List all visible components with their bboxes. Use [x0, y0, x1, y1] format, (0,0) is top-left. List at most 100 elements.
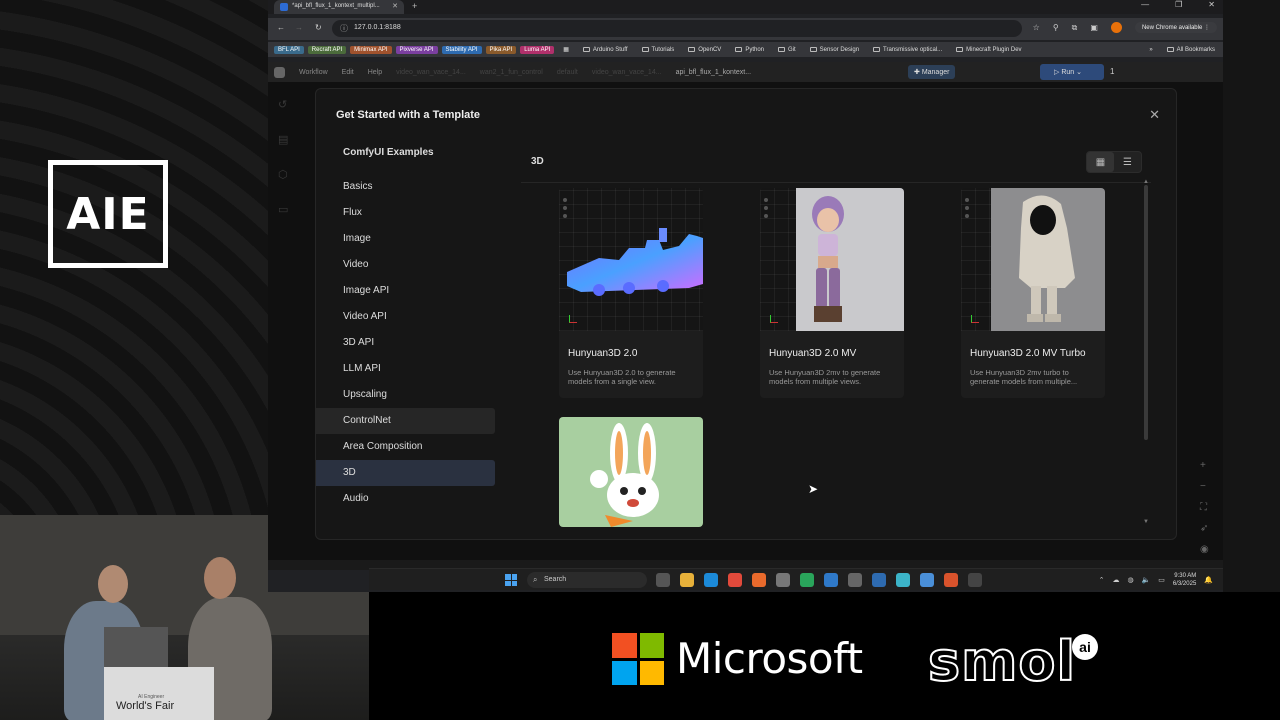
chrome-icon[interactable]	[728, 573, 742, 587]
app-icon[interactable]	[920, 573, 934, 587]
clock[interactable]: 9:30 AM 6/3/2025	[1173, 572, 1196, 588]
scroll-down-icon[interactable]: ▼	[1143, 519, 1149, 525]
workflow-tab[interactable]: api_bfl_flux_1_kontext...	[676, 69, 752, 76]
category-nav-item[interactable]: 3D	[316, 460, 495, 486]
browser-tab[interactable]: *api_bfl_flux_1_kontext_multipl... ✕	[274, 0, 404, 14]
category-nav-item[interactable]: LLM API	[316, 356, 495, 382]
zoom-out-icon[interactable]: −	[1200, 481, 1209, 492]
manager-button[interactable]: ✚ Manager	[908, 65, 956, 79]
list-view-icon[interactable]: ☰	[1114, 152, 1141, 172]
app-icon[interactable]	[968, 573, 982, 587]
app-menu-item[interactable]: Workflow	[299, 69, 328, 76]
firefox-icon[interactable]	[752, 573, 766, 587]
category-nav-item[interactable]: Area Composition	[316, 434, 495, 460]
category-nav-item[interactable]: Video API	[316, 304, 495, 330]
chrome-update-button[interactable]: New Chrome available ⋮	[1134, 22, 1217, 33]
category-nav-item[interactable]: Basics	[316, 174, 495, 200]
language-icon[interactable]: ◍	[1127, 576, 1133, 584]
task-view-icon[interactable]	[656, 573, 670, 587]
category-nav-item[interactable]: Video	[316, 252, 495, 278]
microsoft-wordmark: Microsoft	[676, 634, 863, 683]
category-nav-item[interactable]: 3D API	[316, 330, 495, 356]
template-card[interactable]: Hunyuan3D 2.0 Use Hunyuan3D 2.0 to gener…	[559, 188, 703, 398]
maximize-icon[interactable]: ❐	[1175, 0, 1182, 9]
volume-icon[interactable]: 🔈	[1142, 576, 1151, 584]
scrollbar-thumb[interactable]	[1144, 185, 1148, 440]
category-nav-item[interactable]: Flux	[316, 200, 495, 226]
app-icon[interactable]	[896, 573, 910, 587]
bookmark-chip[interactable]: Recraft API	[307, 45, 347, 54]
grid-view-icon[interactable]: ▦	[1087, 152, 1114, 172]
bookmark-chip[interactable]: Minimax API	[350, 45, 392, 54]
app-menu-item[interactable]: Edit	[342, 69, 354, 76]
tray-overflow-icon[interactable]: ⌃	[1099, 576, 1105, 584]
app-menu-item[interactable]: Help	[368, 69, 382, 76]
bookmark-chip[interactable]: Pixverse API	[395, 45, 438, 54]
notification-icon[interactable]: 🔔	[1204, 576, 1213, 584]
bookmark-folder[interactable]: Sensor Design	[805, 47, 864, 53]
category-nav-item[interactable]: Upscaling	[316, 382, 495, 408]
more-bookmarks-icon[interactable]: »	[1144, 47, 1157, 53]
address-bar[interactable]: ⓘ 127.0.0.1:8188	[332, 20, 1022, 37]
workflow-tab[interactable]: video_wan_vace_14...	[592, 69, 662, 76]
app-icon[interactable]	[800, 573, 814, 587]
comfy-logo-icon[interactable]	[274, 66, 285, 78]
forward-icon[interactable]: →	[295, 23, 303, 32]
profile-avatar[interactable]	[1110, 22, 1122, 33]
bookmark-folder[interactable]: Tutorials	[637, 47, 680, 53]
terminal-icon[interactable]	[848, 573, 862, 587]
category-nav-item[interactable]: Image API	[316, 278, 495, 304]
app-icon[interactable]	[872, 573, 886, 587]
site-info-icon[interactable]: ⓘ	[340, 23, 348, 34]
bookmark-folder[interactable]: Transmissive optical...	[868, 47, 947, 53]
battery-icon[interactable]: ▭	[1158, 576, 1165, 584]
template-card[interactable]: Hunyuan3D 2.0 MV Turbo Use Hunyuan3D 2mv…	[961, 188, 1105, 398]
bookmark-folder[interactable]: OpenCV	[683, 47, 726, 53]
pointer-tool-icon[interactable]: ➶	[1200, 523, 1209, 534]
workflow-tab[interactable]: wan2_1_fun_control	[480, 69, 543, 76]
reload-icon[interactable]: ↻	[315, 23, 322, 32]
bookmark-folder[interactable]: Python	[730, 47, 769, 53]
template-card[interactable]: Hunyuan3D 2.0 MV Use Hunyuan3D 2mv to ge…	[760, 188, 904, 398]
category-nav-item[interactable]: Audio	[316, 486, 495, 512]
bookmark-chip[interactable]: Pika API	[485, 45, 517, 54]
side-panel-icon[interactable]: ▣	[1090, 23, 1098, 32]
run-count[interactable]: 1	[1110, 67, 1114, 76]
new-tab-icon[interactable]: +	[412, 1, 417, 11]
apps-grid-icon[interactable]: ▦	[558, 46, 574, 53]
bookmark-folder[interactable]: Arduino Stuff	[578, 47, 633, 53]
close-window-icon[interactable]: ✕	[1208, 0, 1215, 9]
file-explorer-icon[interactable]	[680, 573, 694, 587]
edge-icon[interactable]	[704, 573, 718, 587]
bookmark-chip[interactable]: Stability API	[441, 45, 482, 54]
extension-icon[interactable]: ⚲	[1053, 23, 1059, 32]
network-icon[interactable]: ☁	[1112, 576, 1119, 584]
extensions-puzzle-icon[interactable]: ⧉	[1072, 23, 1078, 33]
windows-start-icon[interactable]	[505, 574, 517, 586]
workflow-tab[interactable]: video_wan_vace_14...	[396, 69, 466, 76]
template-card[interactable]	[559, 417, 703, 527]
content-scrollbar[interactable]: ▲ ▼	[1143, 179, 1149, 525]
zoom-in-icon[interactable]: +	[1200, 460, 1209, 471]
bookmark-folder[interactable]: Minecraft Plugin Dev	[951, 47, 1026, 53]
workflow-tab[interactable]: default	[557, 69, 578, 76]
vscode-icon[interactable]	[824, 573, 838, 587]
bookmark-chip[interactable]: BFL API	[274, 45, 304, 54]
bookmark-chip[interactable]: Luma API	[520, 45, 555, 54]
all-bookmarks[interactable]: All Bookmarks	[1162, 47, 1223, 53]
category-nav-item[interactable]: ControlNet	[316, 408, 495, 434]
fit-view-icon[interactable]: ⛶	[1200, 502, 1209, 513]
app-icon[interactable]	[944, 573, 958, 587]
bookmark-star-icon[interactable]: ☆	[1033, 23, 1040, 32]
minimize-icon[interactable]: —	[1141, 0, 1149, 9]
taskbar-search[interactable]: ⌕ Search	[527, 572, 647, 588]
back-icon[interactable]: ←	[277, 23, 285, 32]
modal-close-icon[interactable]: ✕	[1149, 107, 1160, 123]
card-title: Hunyuan3D 2.0 MV	[769, 348, 857, 359]
category-nav-item[interactable]: Image	[316, 226, 495, 252]
store-icon[interactable]	[776, 573, 790, 587]
visibility-icon[interactable]: ◉	[1200, 544, 1209, 555]
bookmark-folder[interactable]: Git	[773, 47, 801, 53]
run-button[interactable]: ▷ Run ⌄	[1040, 64, 1104, 80]
tab-close-icon[interactable]: ✕	[392, 2, 398, 10]
